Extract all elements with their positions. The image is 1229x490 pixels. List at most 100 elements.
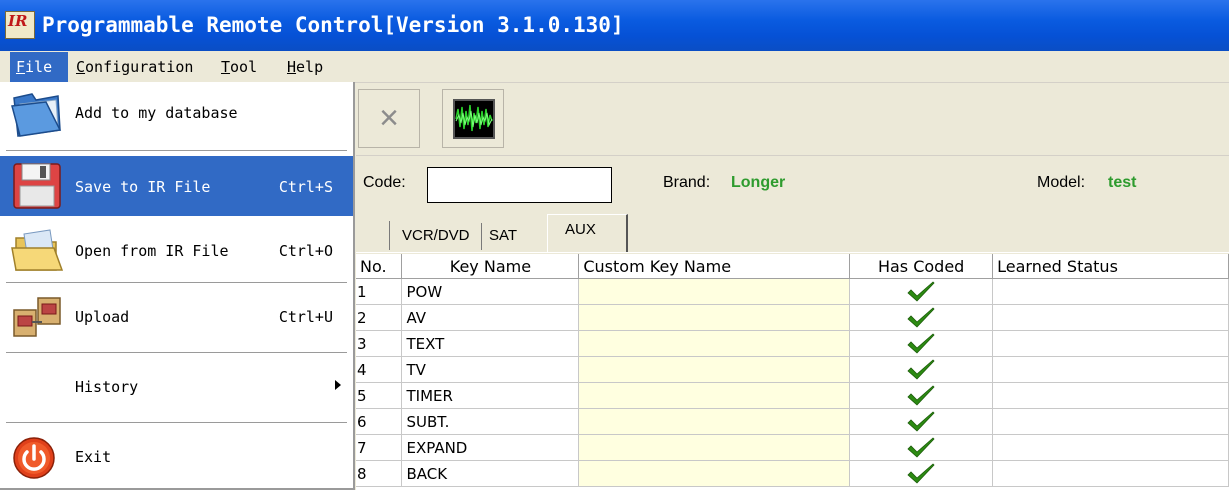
column-header-no[interactable]: No. [356,254,403,279]
menu-separator [6,422,347,424]
check-icon [907,410,935,432]
column-header-custom-key-name[interactable]: Custom Key Name [578,254,851,279]
table-header-row: No. Key Name Custom Key Name Has Coded L… [356,254,1229,279]
cell-learned-status [992,408,1229,435]
menu-item-exit[interactable]: Exit [0,426,353,490]
cell-custom-key-name[interactable] [578,434,851,461]
menu-help-mnemonic: H [287,58,297,76]
menu-item-open-from-ir-file[interactable]: Open from IR File Ctrl+O [0,220,353,284]
cell-no: 4 [356,356,403,383]
menu-tool[interactable]: Tool [215,52,263,82]
cell-has-coded [849,434,994,461]
waveform-button[interactable] [442,89,504,148]
cell-has-coded [849,408,994,435]
table-row[interactable]: 1 POW [356,278,1229,305]
upload-icon [10,292,66,344]
cell-learned-status [992,304,1229,331]
delete-icon: × [379,99,399,137]
title-bar[interactable]: IR Programmable Remote Control[Version 3… [0,0,1229,51]
cell-has-coded [849,278,994,305]
menu-item-label: Add to my database [75,104,238,122]
cell-custom-key-name[interactable] [578,460,851,487]
folder-icon [10,88,66,140]
table-row[interactable]: 2 AV [356,304,1229,331]
window-title: Programmable Remote Control[Version 3.1.… [42,13,624,37]
menu-item-label: Upload [75,308,130,326]
menu-item-add-to-database[interactable]: Add to my database [0,82,353,146]
table-row[interactable]: 5 TIMER [356,382,1229,409]
menu-tool-label: ool [230,58,258,76]
menu-configuration-mnemonic: C [76,58,86,76]
check-icon [907,462,935,484]
tab-aux-label: AUX [565,221,596,238]
menu-item-upload[interactable]: Upload Ctrl+U [0,286,353,350]
menu-item-history[interactable]: History [0,356,353,420]
tab-sat[interactable]: SAT [489,227,517,244]
cell-no: 8 [356,460,403,487]
table-row[interactable]: 4 TV [356,356,1229,383]
cell-learned-status [992,382,1229,409]
menu-separator [6,282,347,284]
cell-learned-status [992,460,1229,487]
cell-no: 3 [356,330,403,357]
cell-custom-key-name[interactable] [578,330,851,357]
model-value: test [1108,174,1137,191]
menu-tool-mnemonic: T [221,58,231,76]
cell-key-name: TV [401,356,580,383]
cell-custom-key-name[interactable] [578,278,851,305]
cell-key-name: EXPAND [401,434,580,461]
tab-divider [481,223,482,250]
model-label: Model: [1037,174,1086,191]
cell-learned-status [992,278,1229,305]
menu-separator [6,352,347,354]
cell-custom-key-name[interactable] [578,356,851,383]
menu-item-label: Save to IR File [75,178,211,196]
app-icon-text: IR [8,12,28,30]
menu-bar: File Configuration Tool Help [0,52,1229,83]
cell-learned-status [992,330,1229,357]
cell-key-name: TIMER [401,382,580,409]
check-icon [907,358,935,380]
table-row[interactable]: 8 BACK [356,460,1229,487]
menu-help[interactable]: Help [281,52,329,82]
exit-icon [10,432,66,484]
cell-custom-key-name[interactable] [578,408,851,435]
table-row[interactable]: 7 EXPAND [356,434,1229,461]
cell-has-coded [849,460,994,487]
cell-has-coded [849,330,994,357]
menu-item-label: Exit [75,448,112,466]
key-table[interactable]: No. Key Name Custom Key Name Has Coded L… [356,254,1229,490]
check-icon [907,332,935,354]
cell-no: 1 [356,278,403,305]
tab-divider [389,221,390,250]
menu-file[interactable]: File [10,52,68,82]
table-row[interactable]: 6 SUBT. [356,408,1229,435]
column-header-learned-status[interactable]: Learned Status [992,254,1229,279]
menu-item-save-to-ir-file[interactable]: Save to IR File Ctrl+S [0,156,353,216]
save-icon [10,160,66,212]
menu-file-label: ile [25,58,53,76]
tab-vcr-dvd[interactable]: VCR/DVD [402,227,470,244]
file-menu: Add to my database Save to IR File Ctrl+… [0,82,355,490]
cell-has-coded [849,382,994,409]
column-header-key-name[interactable]: Key Name [401,254,580,279]
cell-custom-key-name[interactable] [578,304,851,331]
check-icon [907,384,935,406]
delete-button[interactable]: × [358,89,420,148]
column-header-has-coded[interactable]: Has Coded [849,254,994,279]
menu-separator [6,150,347,152]
menu-help-label: elp [296,58,324,76]
cell-no: 7 [356,434,403,461]
check-icon [907,436,935,458]
menu-configuration-label: onfiguration [85,58,194,76]
cell-custom-key-name[interactable] [578,382,851,409]
menu-configuration[interactable]: Configuration [70,52,199,82]
tab-aux[interactable]: AUX [547,214,628,252]
table-row[interactable]: 3 TEXT [356,330,1229,357]
waveform-icon [453,99,495,139]
tab-baseline [356,252,1229,253]
cell-no: 5 [356,382,403,409]
code-input[interactable] [427,167,612,203]
submenu-arrow-icon [335,380,341,390]
cell-learned-status [992,434,1229,461]
